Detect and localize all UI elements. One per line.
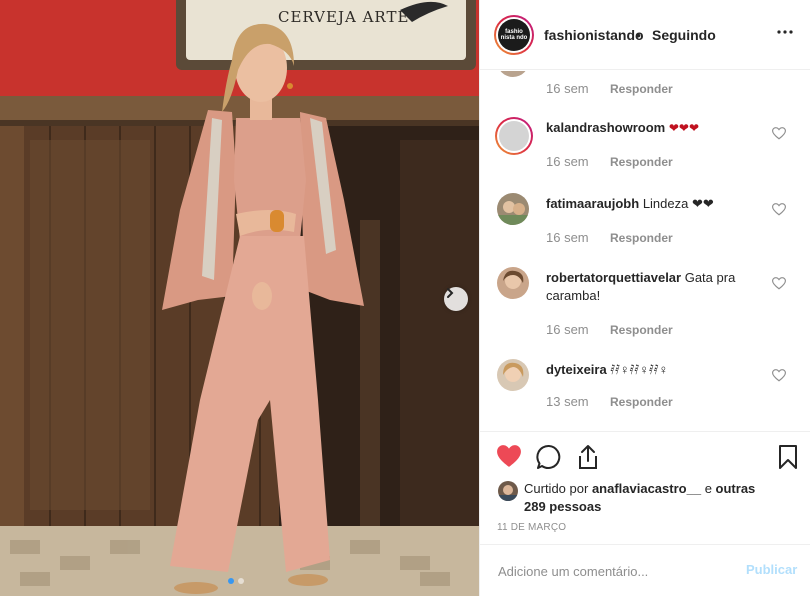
header-separator: • <box>636 27 641 43</box>
liker-username-link[interactable]: anaflaviacastro__ <box>592 481 701 496</box>
comments-list[interactable]: 16 sem Responder kalandrashowroom ❤❤❤ 16… <box>480 71 810 431</box>
add-comment-bar: Publicar <box>480 544 810 597</box>
header-avatar[interactable]: fashio nista ndo <box>494 15 534 55</box>
comment-like-icon[interactable] <box>771 277 787 295</box>
post-header: fashio nista ndo fashionistando • Seguin… <box>480 0 810 70</box>
carousel-dots <box>228 578 244 584</box>
comment-username[interactable]: dyteixeira <box>546 362 607 377</box>
comment-body: fatimaaraujobh Lindeza ❤❤ <box>546 195 766 213</box>
comment-time[interactable]: 16 sem <box>546 81 589 96</box>
comment-meta: 16 sem Responder <box>546 154 673 169</box>
comment-reply-button[interactable]: Responder <box>610 395 673 409</box>
likes-text: Curtido por anaflaviacastro__ e outras 2… <box>524 480 764 516</box>
likes-connector: e <box>704 481 712 496</box>
comment-avatar[interactable] <box>497 267 529 299</box>
comment-avatar[interactable] <box>497 71 529 77</box>
likes-prefix: Curtido por <box>524 481 589 496</box>
comment-icon[interactable] <box>536 444 562 475</box>
heart-filled-icon[interactable] <box>496 444 522 473</box>
comment-meta: 13 sem Responder <box>546 394 673 409</box>
bookmark-icon[interactable] <box>778 444 798 475</box>
comment-avatar[interactable] <box>495 117 533 155</box>
brand-logo: fashio nista ndo <box>498 19 530 51</box>
comment-reply-button[interactable]: Responder <box>610 323 673 337</box>
post-date[interactable]: 11 DE MARÇO <box>497 522 566 533</box>
comment-time[interactable]: 16 sem <box>546 322 589 337</box>
share-icon[interactable] <box>576 444 600 475</box>
comment-like-icon[interactable] <box>771 203 787 221</box>
comment-meta: 16 sem Responder <box>546 322 673 337</box>
header-username-link[interactable]: fashionistando <box>544 27 644 43</box>
comment-reply-button[interactable]: Responder <box>610 231 673 245</box>
comment-avatar[interactable] <box>497 359 529 391</box>
liker-avatar[interactable] <box>498 481 518 501</box>
following-button[interactable]: Seguindo <box>652 27 716 43</box>
comment-reply-button[interactable]: Responder <box>610 155 673 169</box>
comment-text: Lindeza ❤❤ <box>642 196 714 211</box>
comment-avatar[interactable] <box>497 193 529 225</box>
comment-time[interactable]: 13 sem <box>546 394 589 409</box>
comment-time[interactable]: 16 sem <box>546 230 589 245</box>
sign-text: CERVEJA ARTE <box>278 8 409 26</box>
carousel-dot <box>238 578 244 584</box>
carousel-next-button[interactable] <box>444 287 468 311</box>
post-viewer: CERVEJA ARTE fashio nista ndo fashionist… <box>0 0 810 596</box>
comment-body: dyteixeira 𝅀𝅀♀𝅀𝅀♀𝅀𝅀♀ <box>546 361 766 379</box>
add-comment-input[interactable] <box>496 559 730 583</box>
comment-username[interactable]: robertatorquettiavelar <box>546 270 681 285</box>
photo-illustration: CERVEJA ARTE <box>0 0 479 596</box>
comment-like-icon[interactable] <box>771 127 787 145</box>
comment-text: ❤❤❤ <box>668 121 699 135</box>
comment-body: robertatorquettiavelar Gata pra caramba! <box>546 269 766 305</box>
comment-text: 𝅀𝅀♀𝅀𝅀♀𝅀𝅀♀ <box>610 362 669 377</box>
comment-time[interactable]: 16 sem <box>546 154 589 169</box>
comment-meta: 16 sem Responder <box>546 230 673 245</box>
comment-body: kalandrashowroom ❤❤❤ <box>546 119 766 137</box>
comment-username[interactable]: fatimaaraujobh <box>546 196 639 211</box>
comment-username[interactable]: kalandrashowroom <box>546 120 665 135</box>
post-side-panel: fashio nista ndo fashionistando • Seguin… <box>479 0 810 596</box>
publish-button[interactable]: Publicar <box>746 562 797 577</box>
comment-like-icon[interactable] <box>771 369 787 387</box>
more-options-icon[interactable] <box>777 24 793 45</box>
post-actions: Curtido por anaflaviacastro__ e outras 2… <box>480 431 810 597</box>
carousel-dot-active <box>228 578 234 584</box>
comment-reply-button[interactable]: Responder <box>610 82 673 96</box>
post-photo[interactable]: CERVEJA ARTE <box>0 0 479 596</box>
comment-meta: 16 sem Responder <box>546 81 673 96</box>
